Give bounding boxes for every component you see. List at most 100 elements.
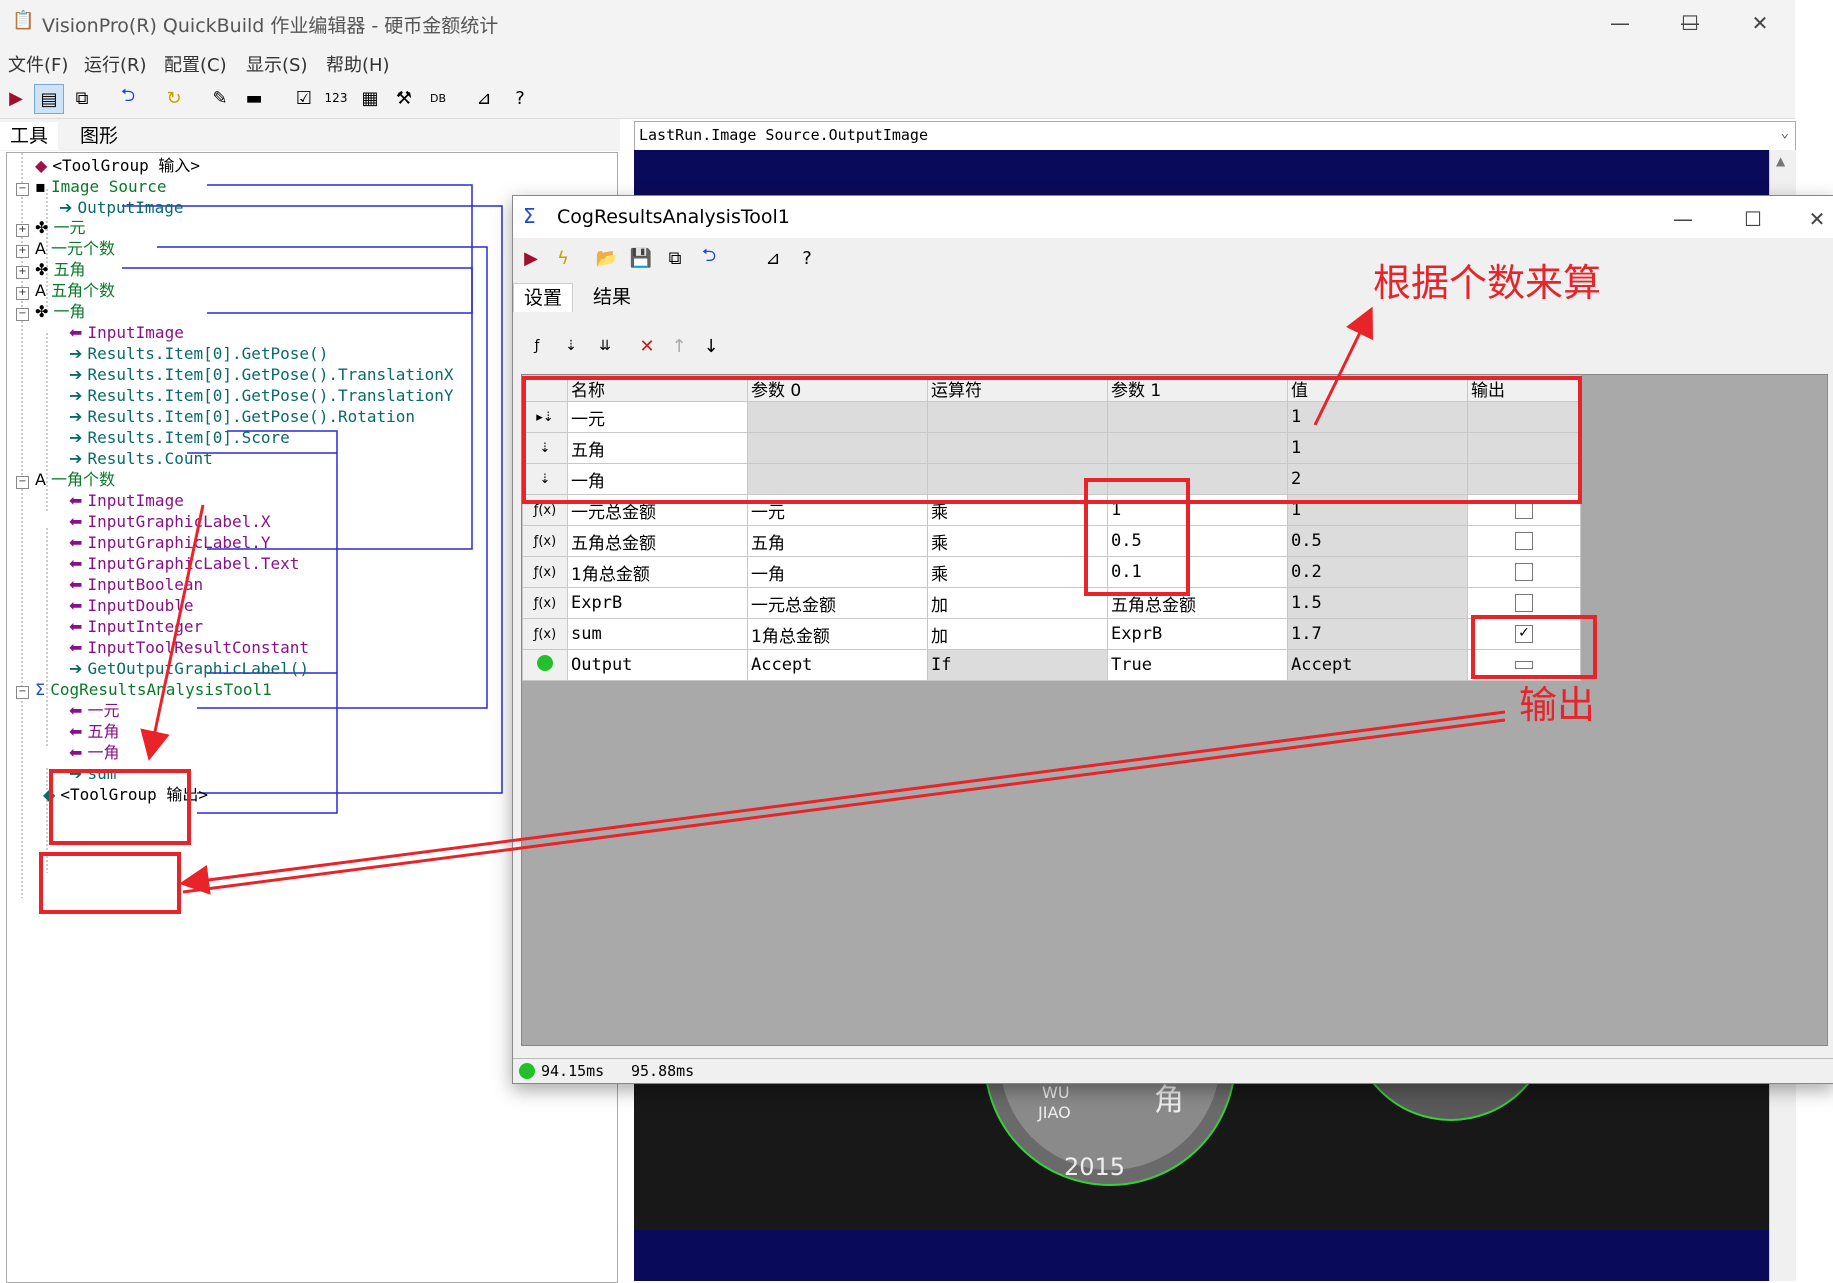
tab-results[interactable]: 结果 [583, 283, 641, 311]
cell-operator[interactable]: 加 [927, 587, 1108, 619]
reset-icon[interactable]: ⮌ [695, 244, 723, 272]
cell-arg0[interactable]: 1角总金额 [747, 618, 928, 650]
tree-node-input-image[interactable]: ⬅ InputImage [69, 322, 184, 344]
run-icon[interactable]: ▶ [2, 84, 30, 112]
tree-node-getpose[interactable]: ➔ Results.Item[0].GetPose() [69, 343, 328, 365]
tree-node-get-output-label[interactable]: ➔ GetOutputGraphicLabel() [69, 658, 309, 680]
tree-node-input-boolean[interactable]: ⬅ InputBoolean [69, 574, 203, 596]
cell-name[interactable]: 1角总金额 [567, 556, 748, 588]
cell-name[interactable]: 五角总金额 [567, 525, 748, 557]
maximize-button-main[interactable]: ☐ [1670, 8, 1710, 38]
tree-node-label-text[interactable]: ⬅ InputGraphicLabel.Text [69, 553, 299, 575]
tree-node-input-integer[interactable]: ⬅ InputInteger [69, 616, 203, 638]
calibrate-icon[interactable]: ⊿ [759, 244, 787, 272]
tree-node-translation-x[interactable]: ➔ Results.Item[0].GetPose().TranslationX [69, 364, 454, 386]
tree-node-yijiao[interactable]: ✤ 一角 [35, 301, 86, 323]
database-icon[interactable]: DB [424, 84, 452, 112]
checklist-icon[interactable]: ☑ [290, 84, 318, 112]
loop-icon[interactable]: ↻ [160, 84, 188, 112]
expand-icon[interactable]: + [16, 245, 29, 258]
add-expression-icon[interactable]: ƒ [523, 332, 551, 360]
run-icon[interactable]: ▶ [517, 244, 545, 272]
tree-node-yijiao-count[interactable]: A 一角个数 [35, 469, 115, 491]
collapse-icon[interactable]: − [16, 476, 29, 489]
help-icon[interactable]: ? [793, 244, 821, 272]
expand-icon[interactable]: + [16, 287, 29, 300]
cell-operator[interactable]: If [927, 649, 1108, 681]
add-multiple-icon[interactable]: ⇊ [591, 332, 619, 360]
tree-node-input-double[interactable]: ⬅ InputDouble [69, 595, 193, 617]
menu-config[interactable]: 配置(C) [164, 51, 227, 77]
menu-help[interactable]: 帮助(H) [326, 51, 390, 77]
menu-run[interactable]: 运行(R) [84, 51, 147, 77]
tree-node-toolgroup-input[interactable]: ◆ <ToolGroup 输入> [35, 155, 200, 177]
tree-node-input-image-2[interactable]: ⬅ InputImage [69, 490, 184, 512]
tree-node-tool-result-constant[interactable]: ⬅ InputToolResultConstant [69, 637, 309, 659]
number-icon[interactable]: 123 [322, 84, 350, 112]
close-button-main[interactable]: ✕ [1740, 8, 1780, 38]
tree-node-label-y[interactable]: ⬅ InputGraphicLabel.Y [69, 532, 271, 554]
cell-operator[interactable]: 加 [927, 618, 1108, 650]
dialog-maximize-button[interactable]: ☐ [1733, 204, 1773, 234]
tree-node-rotation[interactable]: ➔ Results.Item[0].GetPose().Rotation [69, 406, 415, 428]
expand-icon[interactable]: + [16, 224, 29, 237]
menu-file[interactable]: 文件(F) [8, 51, 68, 77]
tab-tools[interactable]: 工具 [0, 122, 59, 150]
scroll-up-icon[interactable]: ▲ [1776, 154, 1785, 168]
cell-arg0[interactable]: 五角 [747, 525, 928, 557]
reset-icon[interactable]: ⮌ [114, 84, 142, 112]
tools-icon[interactable]: ⚒ [390, 84, 418, 112]
tab-graphics[interactable]: 图形 [70, 122, 128, 150]
tree-node-results-count[interactable]: ➔ Results.Count [69, 448, 213, 470]
windows-icon[interactable]: ⧉ [661, 244, 689, 272]
image-source-select[interactable]: LastRun.Image Source.OutputImage ⌄ [634, 121, 1796, 151]
menu-view[interactable]: 显示(S) [246, 51, 307, 77]
delete-icon[interactable]: ✕ [633, 332, 661, 360]
help-icon[interactable]: ? [506, 84, 534, 112]
cell-operator[interactable]: 乘 [927, 556, 1108, 588]
collapse-icon[interactable]: − [16, 686, 29, 699]
table-row[interactable]: ƒ(x) 五角总金额 五角 乘 0.5 0.5 [522, 525, 1581, 557]
tree-node-yiyuan-count[interactable]: A 一元个数 [35, 238, 115, 260]
tree-node-analysis-wujiao[interactable]: ⬅ 五角 [69, 721, 120, 743]
table-row[interactable]: ƒ(x) ExprB 一元总金额 加 五角总金额 1.5 [522, 587, 1581, 619]
calibrate-icon[interactable]: ⊿ [470, 84, 498, 112]
table-row[interactable]: Output Accept If True Accept [522, 649, 1581, 681]
tree-node-translation-y[interactable]: ➔ Results.Item[0].GetPose().TranslationY [69, 385, 454, 407]
open-folder-icon[interactable]: 📂 [593, 244, 621, 272]
cell-arg1[interactable]: ExprB [1107, 618, 1288, 650]
minimize-button-main[interactable]: — [1600, 8, 1640, 38]
table-row[interactable]: ƒ(x) sum 1角总金额 加 ExprB 1.7 ✓ [522, 618, 1581, 650]
cell-arg0[interactable]: Accept [747, 649, 928, 681]
collapse-icon[interactable]: − [16, 183, 29, 196]
tree-node-wujiao-count[interactable]: A 五角个数 [35, 280, 115, 302]
output-checkbox[interactable] [1515, 594, 1533, 612]
dialog-minimize-button[interactable]: — [1663, 204, 1703, 234]
tree-node-label-x[interactable]: ⬅ InputGraphicLabel.X [69, 511, 271, 533]
cell-name[interactable]: Output [567, 649, 748, 681]
tree-node-results-analysis[interactable]: Σ CogResultsAnalysisTool1 [35, 679, 272, 701]
save-icon[interactable]: 💾 [627, 244, 655, 272]
tree-node-score[interactable]: ➔ Results.Item[0].Score [69, 427, 290, 449]
lightning-icon[interactable]: ϟ [549, 244, 577, 272]
move-up-icon[interactable]: ↑ [665, 332, 693, 360]
collapse-icon[interactable]: − [16, 308, 29, 321]
add-input-icon[interactable]: ⇣ [557, 332, 585, 360]
table-row[interactable]: ƒ(x) 1角总金额 一角 乘 0.1 0.2 [522, 556, 1581, 588]
tree-node-analysis-yijiao[interactable]: ⬅ 一角 [69, 742, 120, 764]
tab-settings[interactable]: 设置 [513, 283, 574, 312]
expand-icon[interactable]: + [16, 266, 29, 279]
tree-node-analysis-yiyuan[interactable]: ⬅ 一元 [69, 700, 120, 722]
tree-node-yiyuan[interactable]: ✤ 一元 [35, 217, 86, 239]
cell-name[interactable]: sum [567, 618, 748, 650]
grid-icon[interactable]: ▦ [356, 84, 384, 112]
cell-arg1[interactable]: True [1107, 649, 1288, 681]
output-checkbox[interactable] [1515, 563, 1533, 581]
brush-icon[interactable]: ✎ [206, 84, 234, 112]
tree-node-output-image[interactable]: ➔ OutputImage [59, 197, 183, 219]
move-down-icon[interactable]: ↓ [697, 332, 725, 360]
tree-node-wujiao[interactable]: ✤ 五角 [35, 259, 86, 281]
dialog-close-button[interactable]: ✕ [1797, 204, 1833, 234]
cell-operator[interactable]: 乘 [927, 525, 1108, 557]
output-checkbox[interactable] [1515, 532, 1533, 550]
